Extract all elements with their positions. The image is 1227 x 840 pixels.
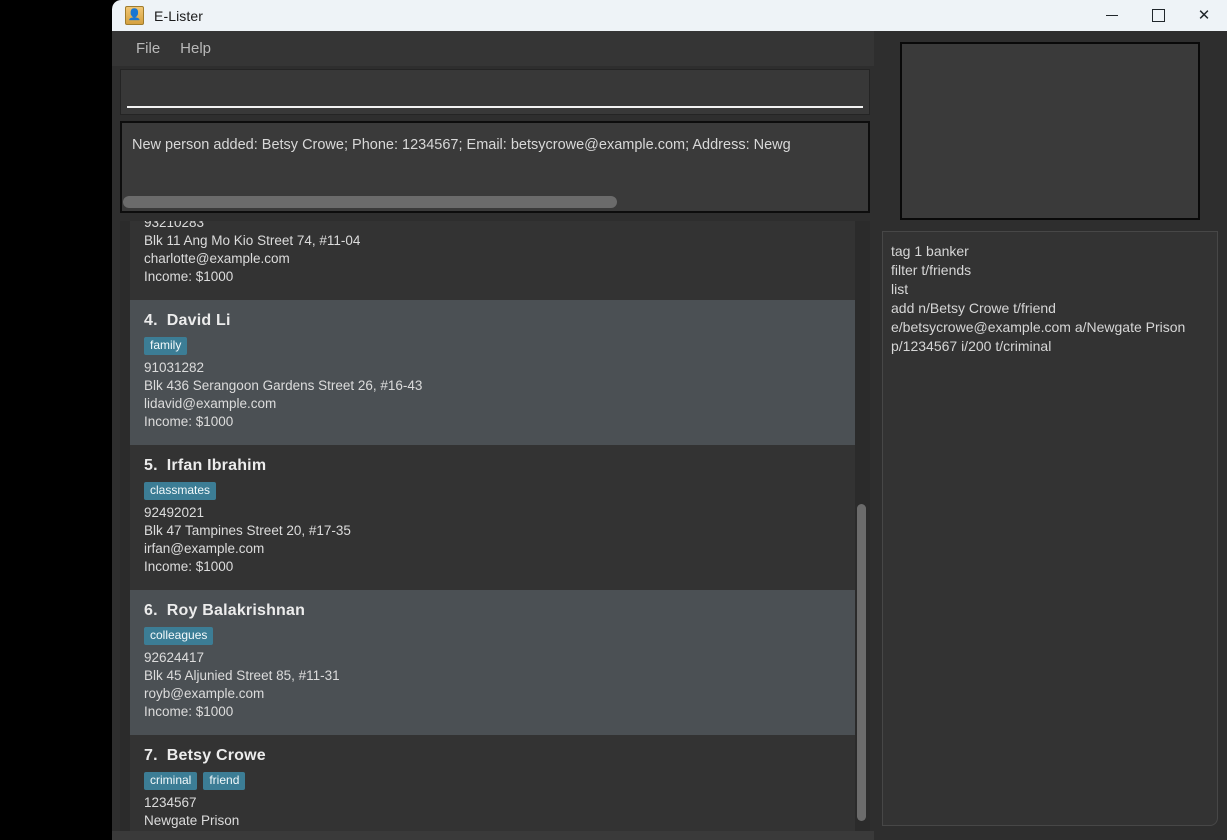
title-bar: 👤 E-Lister ✕ [112, 0, 1227, 31]
person-card[interactable]: neighbours93210283Blk 11 Ang Mo Kio Stre… [130, 221, 858, 300]
person-email: charlotte@example.com [144, 251, 290, 266]
window-controls: ✕ [1089, 0, 1227, 31]
person-email: irfan@example.com [144, 541, 265, 556]
person-income: Income: $1000 [144, 704, 234, 719]
person-tag-row: criminal friend [144, 772, 844, 790]
minimize-icon[interactable] [1089, 0, 1135, 31]
person-address: Blk 436 Serangoon Gardens Street 26, #16… [144, 378, 423, 393]
person-tag-row: classmates [144, 482, 844, 500]
person-address: Blk 47 Tampines Street 20, #17-35 [144, 523, 351, 538]
person-name: 4. David Li [144, 312, 231, 329]
history-line: filter t/friends [891, 262, 972, 278]
person-tag: criminal [144, 772, 198, 790]
preview-panel [900, 42, 1200, 220]
maximize-icon[interactable] [1135, 0, 1181, 31]
screen: 👤 E-Lister ✕ File Help New person added:… [0, 0, 1227, 840]
person-name: 5. Irfan Ibrahim [144, 457, 267, 474]
app-window: 👤 E-Lister ✕ File Help New person added:… [112, 0, 1227, 840]
person-list-scrollbar[interactable] [855, 221, 868, 831]
command-box [120, 69, 870, 115]
person-card[interactable]: 7. Betsy Crowe criminal friend 1234567 Newgat… [130, 735, 858, 831]
person-tag: family [144, 337, 188, 355]
command-history-panel[interactable]: tag 1 banker filter t/friends list add n/Be… [882, 231, 1218, 826]
person-income: Income: $1000 [144, 269, 234, 284]
right-column: tag 1 banker filter t/friends list add n/Be… [874, 31, 1227, 840]
person-list: neighbours93210283Blk 11 Ang Mo Kio Stre… [130, 221, 858, 831]
history-line: p/1234567 i/200 t/criminal [891, 338, 1052, 354]
person-index: 7. [144, 747, 158, 764]
command-input[interactable] [127, 74, 863, 108]
history-line: add n/Betsy Crowe t/friend [891, 300, 1056, 316]
result-display-text: New person added: Betsy Crowe; Phone: 12… [132, 137, 791, 153]
person-phone: 93210283 [144, 221, 205, 230]
person-tag-row: colleagues [144, 627, 844, 645]
menu-bar: File Help [112, 31, 874, 66]
person-address: Newgate Prison [144, 813, 240, 828]
history-line: tag 1 banker [891, 243, 969, 259]
result-display-box: New person added: Betsy Crowe; Phone: 12… [120, 121, 870, 213]
person-tag: colleagues [144, 627, 214, 645]
status-bar: .\data\addressbook.json [112, 831, 874, 840]
person-phone: 92492021 [144, 505, 205, 520]
window-body: File Help New person added: Betsy Crowe;… [112, 31, 1227, 840]
window-title: E-Lister [154, 7, 204, 24]
person-tag: classmates [144, 482, 217, 500]
person-address: Blk 11 Ang Mo Kio Street 74, #11-04 [144, 233, 361, 248]
person-email: lidavid@example.com [144, 396, 277, 411]
menu-item-file[interactable]: File [126, 36, 170, 61]
person-card[interactable]: 5. Irfan Ibrahim classmates 92492021 Blk 47 … [130, 445, 858, 590]
person-phone: 91031282 [144, 360, 205, 375]
person-card[interactable]: 4. David Li family 91031282 Blk 436 Serangoo… [130, 300, 858, 445]
person-phone: 92624417 [144, 650, 205, 665]
person-list-scrollbar-thumb[interactable] [857, 504, 866, 821]
person-list-panel: neighbours93210283Blk 11 Ang Mo Kio Stre… [120, 221, 870, 831]
person-index: 6. [144, 602, 158, 619]
person-name: 7. Betsy Crowe [144, 747, 266, 764]
menu-item-help[interactable]: Help [170, 36, 221, 61]
history-line: e/betsycrowe@example.com a/Newgate Priso… [891, 319, 1186, 335]
result-horizontal-scrollbar[interactable] [122, 196, 864, 208]
person-tag-row: family [144, 337, 844, 355]
person-name: 6. Roy Balakrishnan [144, 602, 306, 619]
close-icon[interactable]: ✕ [1181, 0, 1227, 31]
result-scrollbar-thumb[interactable] [123, 196, 617, 208]
person-card[interactable]: 6. Roy Balakrishnan colleagues 92624417 Blk … [130, 590, 858, 735]
person-phone: 1234567 [144, 795, 197, 810]
person-index: 4. [144, 312, 158, 329]
history-line: list [891, 281, 909, 297]
person-income: Income: $1000 [144, 559, 234, 574]
left-column: File Help New person added: Betsy Crowe;… [112, 31, 874, 840]
person-income: Income: $1000 [144, 414, 234, 429]
person-card-icon: 👤 [125, 6, 144, 25]
person-email: royb@example.com [144, 686, 265, 701]
person-address: Blk 45 Aljunied Street 85, #11-31 [144, 668, 340, 683]
person-tag: friend [203, 772, 246, 790]
person-index: 5. [144, 457, 158, 474]
